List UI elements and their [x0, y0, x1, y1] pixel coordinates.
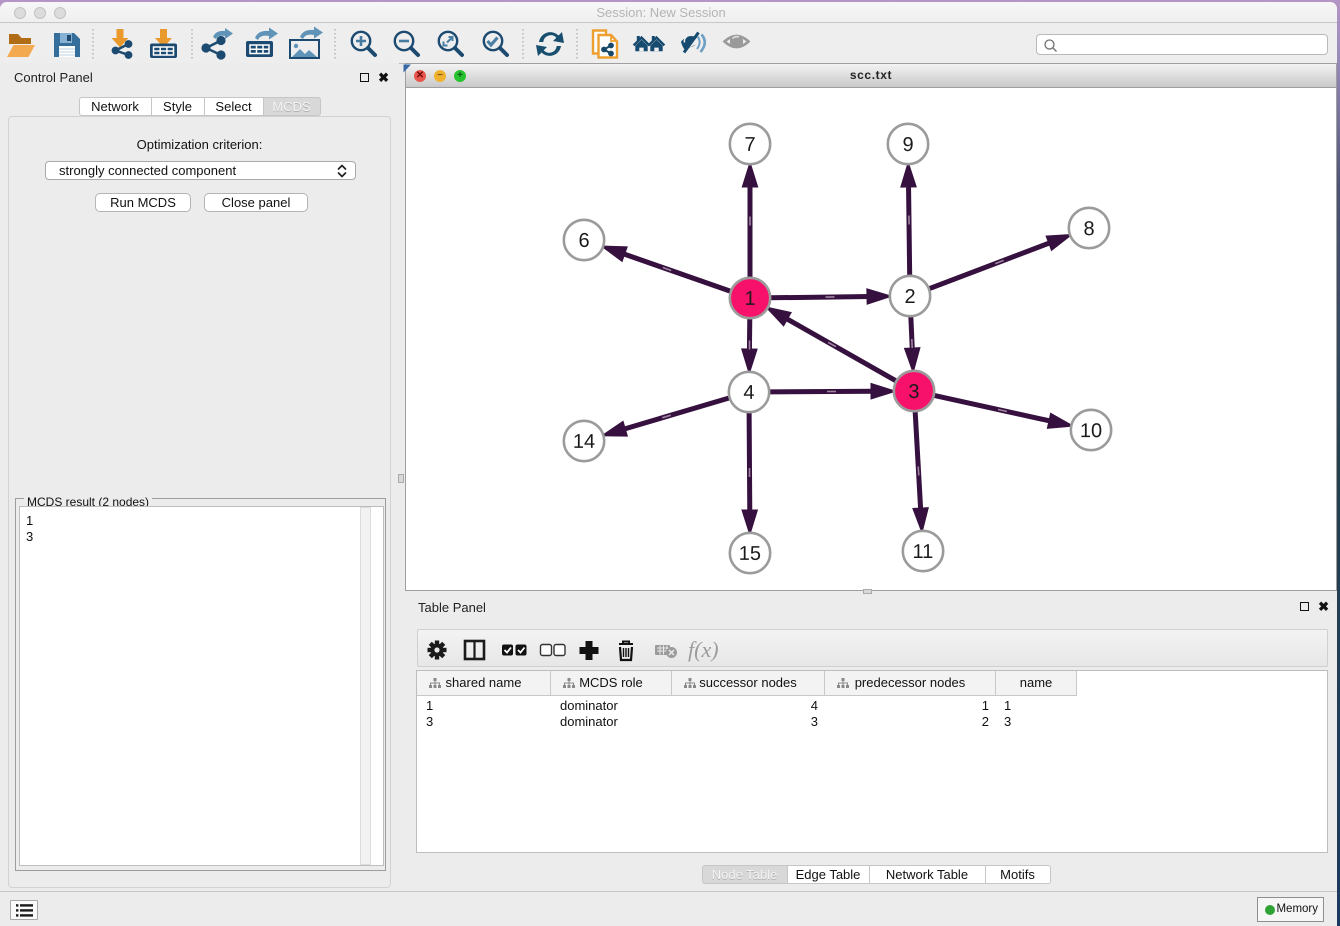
svg-text:3: 3 — [908, 381, 919, 403]
svg-text:8: 8 — [1083, 218, 1094, 240]
svg-text:2: 2 — [904, 286, 915, 308]
svg-text:14: 14 — [573, 431, 595, 453]
svg-text:11: 11 — [912, 541, 933, 563]
svg-text:f(x): f(x) — [688, 637, 719, 662]
svg-text:9: 9 — [903, 134, 914, 156]
svg-text:1: 1 — [744, 288, 755, 310]
svg-text:10: 10 — [1080, 420, 1102, 442]
svg-text:6: 6 — [578, 230, 589, 252]
svg-text:7: 7 — [745, 134, 756, 156]
svg-text:15: 15 — [739, 543, 761, 565]
svg-text:4: 4 — [743, 382, 754, 404]
